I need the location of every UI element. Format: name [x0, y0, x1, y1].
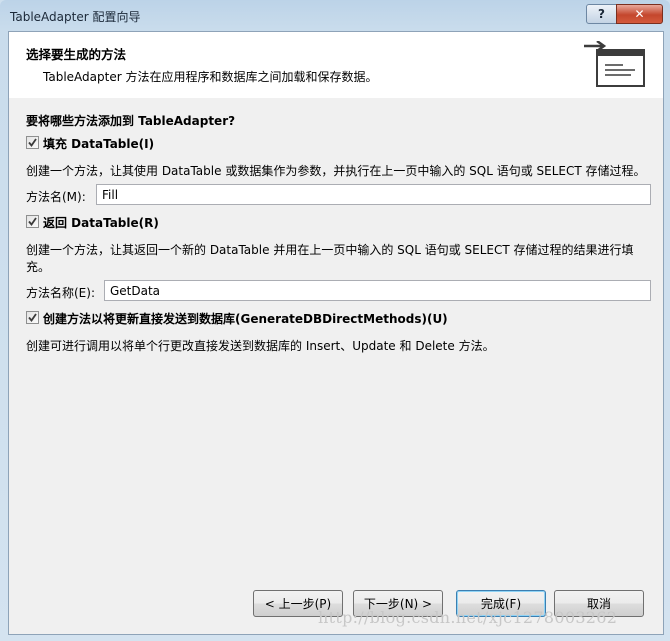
- getdata-checkbox[interactable]: [26, 215, 39, 228]
- getdata-description-line2: 充。: [26, 260, 51, 274]
- getdata-method-name-label: 方法名称(E):: [26, 286, 95, 300]
- dialog-window: TableAdapter 配置向导 ? ✕ 选择要生成的方法 TableAdap…: [0, 0, 670, 641]
- blog-watermark: http://blog.csdn.net/xjc1278003262: [318, 608, 618, 627]
- methods-question: 要将哪些方法添加到 TableAdapter?: [26, 114, 236, 128]
- getdata-checkbox-label[interactable]: 返回 DataTable(R): [43, 214, 159, 231]
- page-title: 选择要生成的方法: [26, 47, 127, 62]
- checkmark-icon: [28, 217, 37, 226]
- getdata-method-name-input[interactable]: [104, 280, 651, 301]
- direct-methods-description: 创建可进行调用以将单个行更改直接发送到数据库的 Insert、Update 和 …: [26, 339, 495, 353]
- help-button[interactable]: ?: [586, 4, 617, 24]
- wizard-header: 选择要生成的方法 TableAdapter 方法在应用程序和数据库之间加载和保存…: [9, 32, 663, 98]
- header-divider: [9, 97, 663, 98]
- close-button[interactable]: ✕: [616, 4, 663, 24]
- fill-description: 创建一个方法，让其使用 DataTable 或数据集作为参数，并执行在上一页中输…: [26, 164, 646, 178]
- direct-methods-checkbox-label[interactable]: 创建方法以将更新直接发送到数据库(GenerateDBDirectMethods…: [43, 310, 448, 327]
- page-subtitle: TableAdapter 方法在应用程序和数据库之间加载和保存数据。: [43, 70, 378, 84]
- checkmark-icon: [28, 313, 37, 322]
- fill-method-name-input[interactable]: [96, 184, 651, 205]
- direct-methods-checkbox[interactable]: [26, 311, 39, 324]
- wizard-header-icon: [584, 41, 645, 87]
- background-menu-ghost: [20, 0, 440, 8]
- fill-checkbox[interactable]: [26, 136, 39, 149]
- getdata-description-line1: 创建一个方法，让其返回一个新的 DataTable 并用在上一页中输入的 SQL…: [26, 243, 634, 257]
- fill-checkbox-label[interactable]: 填充 DataTable(I): [43, 135, 154, 152]
- checkmark-icon: [28, 138, 37, 147]
- dialog-client-area: 选择要生成的方法 TableAdapter 方法在应用程序和数据库之间加载和保存…: [8, 31, 664, 635]
- fill-method-name-label: 方法名(M):: [26, 190, 86, 204]
- window-title: TableAdapter 配置向导: [10, 10, 141, 24]
